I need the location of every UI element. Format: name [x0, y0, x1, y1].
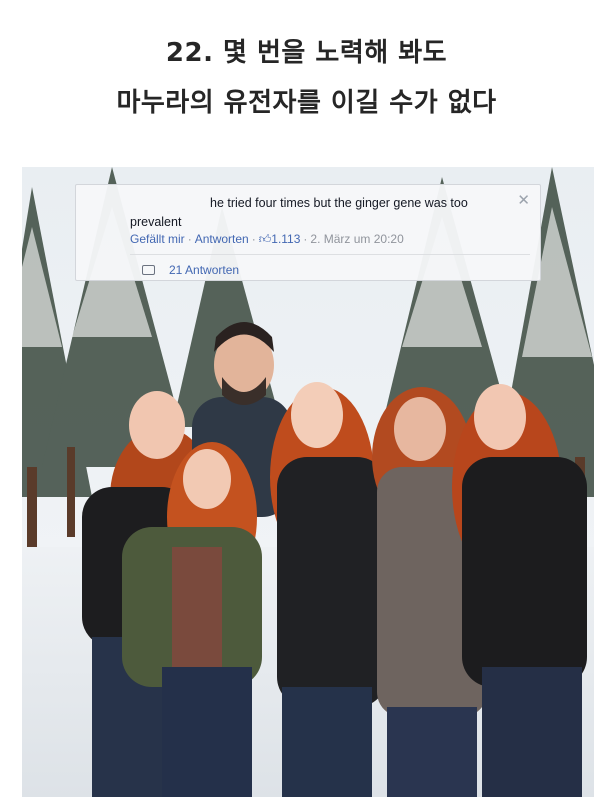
separator: · [303, 232, 308, 246]
comment-bubble-icon [142, 265, 155, 275]
heading-line-2: 마누라의 유전자를 이길 수가 없다 [116, 88, 497, 118]
separator: · [187, 232, 192, 246]
divider [130, 254, 530, 255]
reply-button[interactable]: Antworten [195, 232, 249, 246]
comment-date[interactable]: 2. März um 20:20 [310, 232, 403, 246]
thumbs-up-icon[interactable]: 👍︎ [259, 232, 272, 246]
comment-text: he tried four times but the ginger gene … [130, 194, 510, 232]
family-photo: he tried four times but the ginger gene … [22, 167, 594, 797]
facebook-comment: he tried four times but the ginger gene … [75, 184, 541, 281]
comment-text-line-1: he tried four times but the ginger gene … [210, 196, 468, 210]
comment-meta: Gefällt mir · Antworten · 👍︎1.113 · 2. März um… [130, 232, 404, 247]
like-button[interactable]: Gefällt mir [130, 232, 185, 246]
article-heading: 22. 몇 번을 노력해 봐도 마누라의 유전자를 이길 수가 없다 [0, 28, 613, 128]
separator: · [251, 232, 256, 246]
replies-link[interactable]: 21 Antworten [142, 263, 239, 277]
close-icon[interactable]: ✕ [517, 191, 530, 209]
replies-count[interactable]: 21 Antworten [169, 263, 239, 277]
heading-line-1: 22. 몇 번을 노력해 봐도 [165, 38, 448, 68]
comment-text-line-2: prevalent [130, 215, 182, 229]
like-count[interactable]: 1.113 [271, 232, 300, 246]
